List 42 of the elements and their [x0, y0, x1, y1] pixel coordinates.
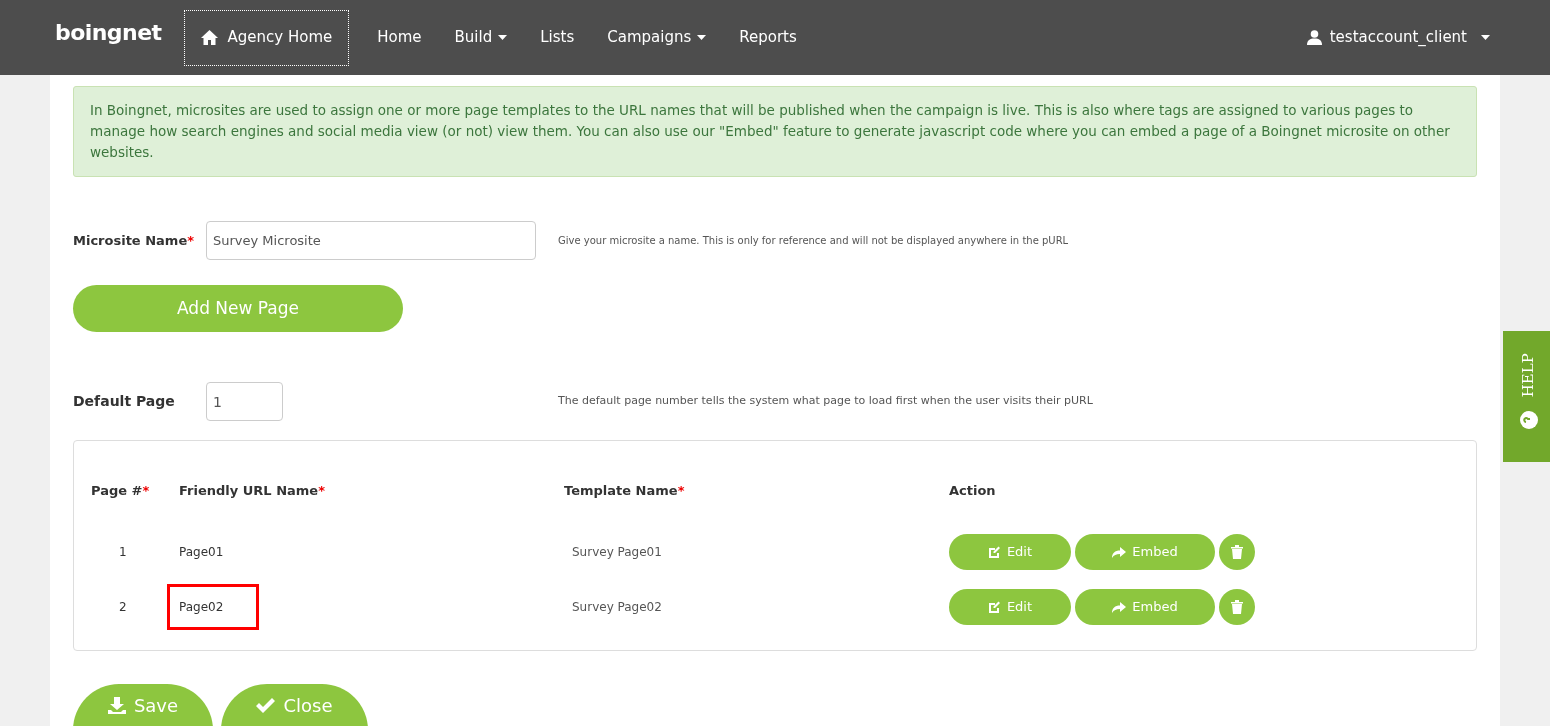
table-cell-text: 1	[118, 544, 128, 561]
table-cell-text: 2	[118, 599, 128, 616]
table-cell-text: Survey Page01	[571, 544, 663, 561]
edit-icon	[987, 600, 1001, 614]
help-label: HELP	[1518, 353, 1539, 398]
nav-link[interactable]: Home	[377, 26, 422, 49]
table-cell: Page02	[167, 584, 260, 630]
share-arrow-icon	[1112, 601, 1127, 613]
nav-link[interactable]: Build	[454, 26, 508, 49]
table-cell-text: Survey Page02	[571, 599, 663, 616]
field-label: Microsite Name*	[73, 231, 196, 250]
download-icon	[107, 697, 126, 714]
column-header: Page #*	[91, 482, 151, 500]
microsite-name-field[interactable]: Survey Microsite	[206, 221, 536, 260]
user-menu[interactable]: testaccount_client	[1306, 26, 1490, 49]
column-header: Template Name*	[564, 482, 686, 500]
edit-icon	[987, 545, 1001, 559]
nav-link[interactable]: Reports	[739, 26, 797, 49]
agency-home-button[interactable]: Agency Home	[183, 9, 350, 66]
column-header: Friendly URL Name*	[179, 482, 326, 500]
home-icon	[200, 30, 218, 45]
logo: boingnet	[55, 19, 162, 47]
default-page-field[interactable]: 1	[206, 382, 283, 421]
nav-link[interactable]: Lists	[540, 26, 575, 49]
field-hint: Give your microsite a name. This is only for reference and will not be displayed anywhere in the pURL	[558, 234, 1069, 248]
share-arrow-icon	[1112, 546, 1127, 558]
delete-button[interactable]	[1219, 589, 1255, 625]
question-circle-icon	[1519, 410, 1538, 429]
caret-icon	[1481, 35, 1490, 40]
field-label: Default Page	[73, 392, 176, 411]
delete-button[interactable]	[1219, 534, 1255, 570]
nav-link[interactable]: Campaigns	[607, 26, 707, 49]
user-icon	[1306, 30, 1322, 45]
field-hint: The default page number tells the system what page to load first when the user visits their pURL	[558, 393, 1093, 410]
caret-icon	[498, 35, 508, 40]
column-header: Action	[949, 482, 997, 500]
caret-icon	[697, 35, 707, 40]
info-alert: In Boingnet, microsites are used to assign one or more page templates to the URL names that will be published when the campaign is live. This is also where tags are assigned to various pages to manage how search engines and social media view (or not) view them. You can also use our "Embed" feature to generate javascript code where you can embed a page of a Boingnet microsite on other websites.	[73, 86, 1477, 177]
trash-icon	[1231, 600, 1243, 614]
table-cell-text: Page01	[178, 544, 225, 561]
checkmark-icon	[256, 698, 276, 713]
trash-icon	[1231, 545, 1243, 559]
